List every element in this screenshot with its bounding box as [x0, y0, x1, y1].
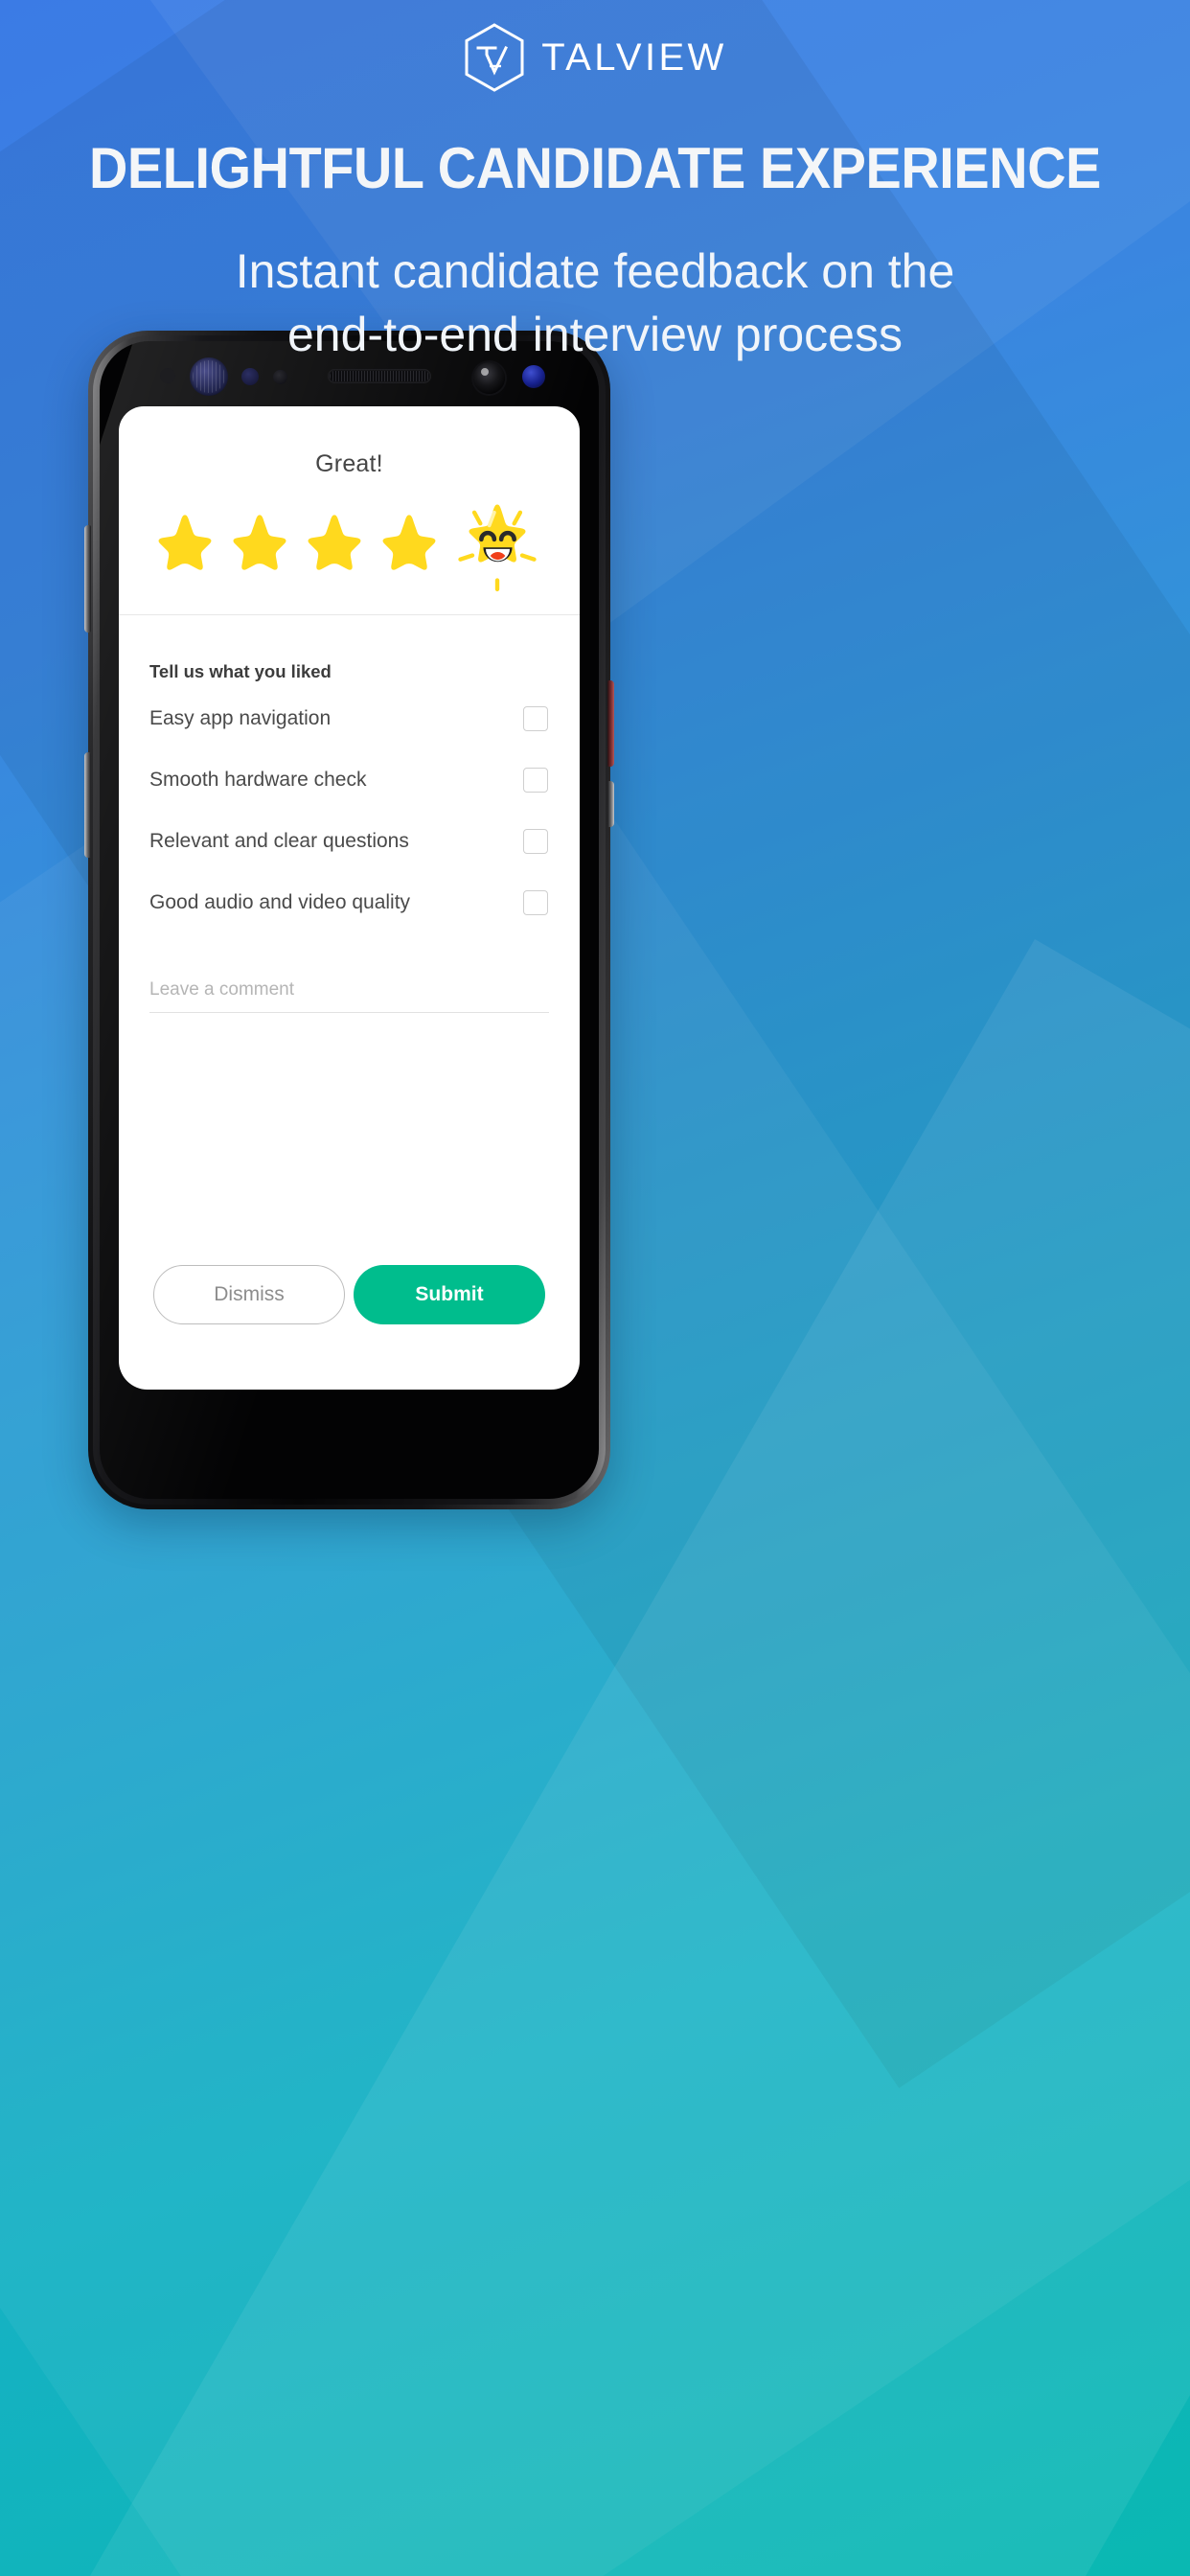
page-subtitle-line1: Instant candidate feedback on the	[235, 244, 955, 298]
checklist-item-smooth-hardware-check[interactable]: Smooth hardware check	[149, 749, 549, 811]
checklist-item-label: Easy app navigation	[149, 707, 332, 729]
checklist-item-relevant-and-clear-questions[interactable]: Relevant and clear questions	[149, 811, 549, 872]
phone-display: Great! Tell us what you liked Easy app n…	[100, 341, 599, 1499]
phone-mockup: Great! Tell us what you liked Easy app n…	[84, 331, 614, 1509]
star-icon-3[interactable]	[302, 509, 367, 574]
checklist-item-good-audio-and-video-quality[interactable]: Good audio and video quality	[149, 872, 549, 933]
dismiss-button[interactable]: Dismiss	[153, 1265, 345, 1324]
marketing-header: TALVIEW DELIGHTFUL CANDIDATE EXPERIENCE …	[0, 0, 1190, 366]
power-button[interactable]	[607, 781, 614, 827]
star-icon-1[interactable]	[152, 509, 217, 574]
comment-input[interactable]	[149, 976, 549, 1013]
checklist-item-label: Relevant and clear questions	[149, 830, 409, 852]
brand-logo: TALVIEW	[0, 0, 1190, 93]
checkbox-easy-app-navigation[interactable]	[523, 706, 548, 731]
app-screen: Great! Tell us what you liked Easy app n…	[119, 406, 580, 1390]
submit-button[interactable]: Submit	[354, 1265, 545, 1324]
checklist-item-label: Good audio and video quality	[149, 891, 411, 913]
brand-name: TALVIEW	[541, 35, 727, 79]
page-title: DELIGHTFUL CANDIDATE EXPERIENCE	[89, 136, 1101, 200]
checklist-item-easy-app-navigation[interactable]: Easy app navigation	[149, 688, 549, 749]
rating-section: Great!	[119, 406, 580, 615]
feedback-form: Tell us what you liked Easy app navigati…	[119, 615, 580, 1390]
form-section-title: Tell us what you liked	[149, 661, 332, 681]
star-icon-4[interactable]	[377, 509, 442, 574]
star-rating[interactable]	[119, 501, 580, 592]
checkbox-good-audio-and-video-quality[interactable]	[523, 890, 548, 915]
checkbox-relevant-and-clear-questions[interactable]	[523, 829, 548, 854]
front-camera-icon	[473, 362, 505, 394]
star-icon-2[interactable]	[227, 509, 292, 574]
comment-field-wrapper	[149, 976, 549, 1013]
volume-up-button[interactable]	[84, 525, 91, 632]
volume-down-button[interactable]	[84, 752, 91, 858]
form-actions: Dismiss Submit	[149, 1265, 549, 1390]
checkbox-smooth-hardware-check[interactable]	[523, 768, 548, 793]
page-subtitle: Instant candidate feedback on the end-to…	[0, 240, 1190, 366]
checklist-item-label: Smooth hardware check	[149, 769, 367, 791]
rating-title: Great!	[315, 450, 383, 477]
led-indicator-icon	[522, 365, 545, 388]
talview-hexagon-logo-icon	[465, 23, 524, 92]
proximity-sensor-icon	[160, 368, 175, 383]
page-subtitle-line2: end-to-end interview process	[287, 308, 903, 361]
bixby-button[interactable]	[607, 680, 614, 767]
light-sensor-icon	[241, 368, 259, 385]
earpiece-speaker-icon	[328, 369, 431, 383]
happy-star-face-icon[interactable]	[447, 493, 547, 592]
secondary-sensor-icon	[273, 370, 287, 384]
